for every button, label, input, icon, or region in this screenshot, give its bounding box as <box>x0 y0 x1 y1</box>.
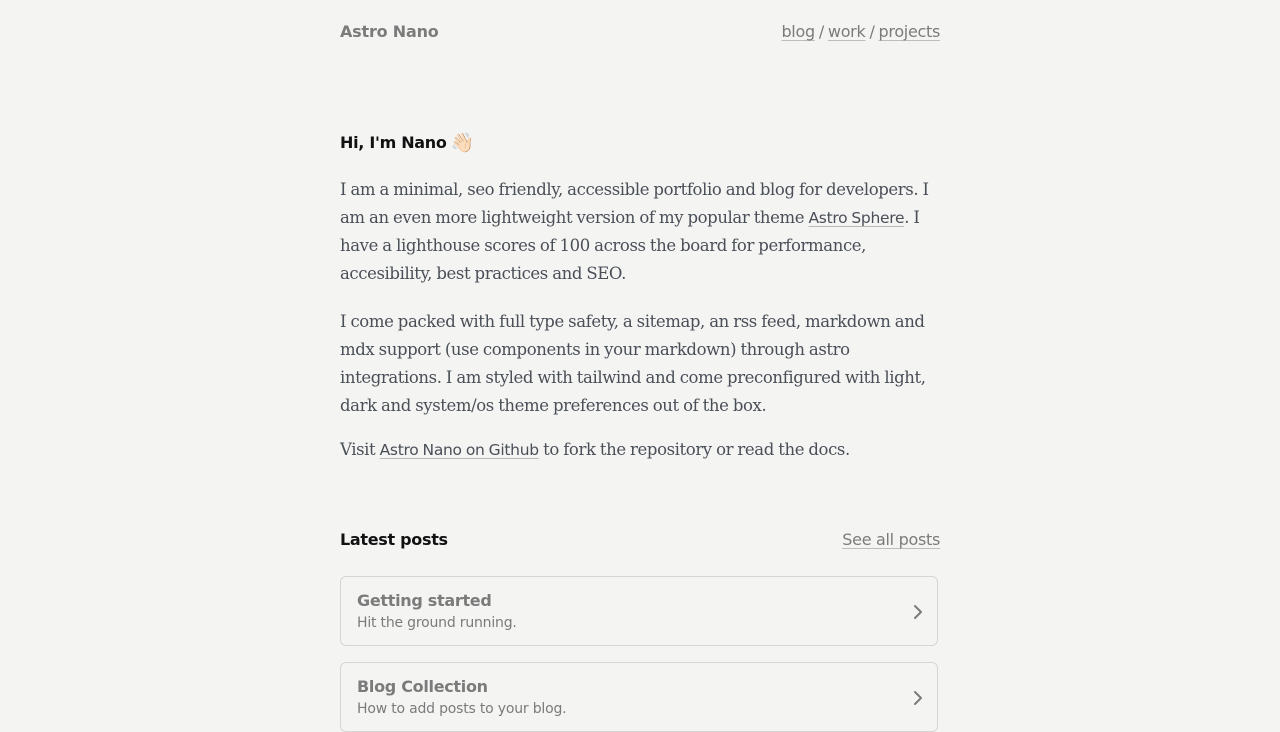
site-header: Astro Nano blog / work / projects <box>340 20 940 44</box>
nav-link-work[interactable]: work <box>828 22 866 41</box>
intro-paragraph-1: I am a minimal, seo friendly, accessible… <box>340 176 940 288</box>
astro-sphere-link[interactable]: Astro Sphere <box>808 209 904 227</box>
chevron-right-icon <box>914 691 922 705</box>
post-card[interactable]: Getting started Hit the ground running. <box>340 576 938 646</box>
brand-link[interactable]: Astro Nano <box>340 20 439 44</box>
post-description: How to add posts to your blog. <box>357 701 567 717</box>
post-title: Blog Collection <box>357 677 488 696</box>
intro-paragraph-2: I come packed with full type safety, a s… <box>340 312 926 415</box>
see-all-posts-link[interactable]: See all posts <box>842 528 940 552</box>
nav-link-blog[interactable]: blog <box>781 22 815 41</box>
intro-p3-text-after: to fork the repository or read the docs. <box>538 440 850 459</box>
latest-posts-title: Latest posts <box>340 530 448 549</box>
main-nav: blog / work / projects <box>781 20 940 44</box>
intro-p3-text-before: Visit <box>340 440 380 459</box>
intro-heading: Hi, I'm Nano 👋🏻 <box>340 130 474 156</box>
post-card[interactable]: Blog Collection How to add posts to your… <box>340 662 938 732</box>
chevron-right-icon <box>914 605 922 619</box>
nav-link-projects[interactable]: projects <box>879 22 941 41</box>
intro-heading-text: Hi, I'm Nano <box>340 133 447 152</box>
post-title: Getting started <box>357 591 492 610</box>
intro-paragraph-3: Visit Astro Nano on Github to fork the r… <box>340 436 940 464</box>
waving-hand-icon: 👋🏻 <box>450 132 475 154</box>
github-repo-link[interactable]: Astro Nano on Github <box>380 441 539 459</box>
post-description: Hit the ground running. <box>357 615 517 631</box>
nav-separator: / <box>818 22 824 41</box>
nav-separator: / <box>869 22 875 41</box>
